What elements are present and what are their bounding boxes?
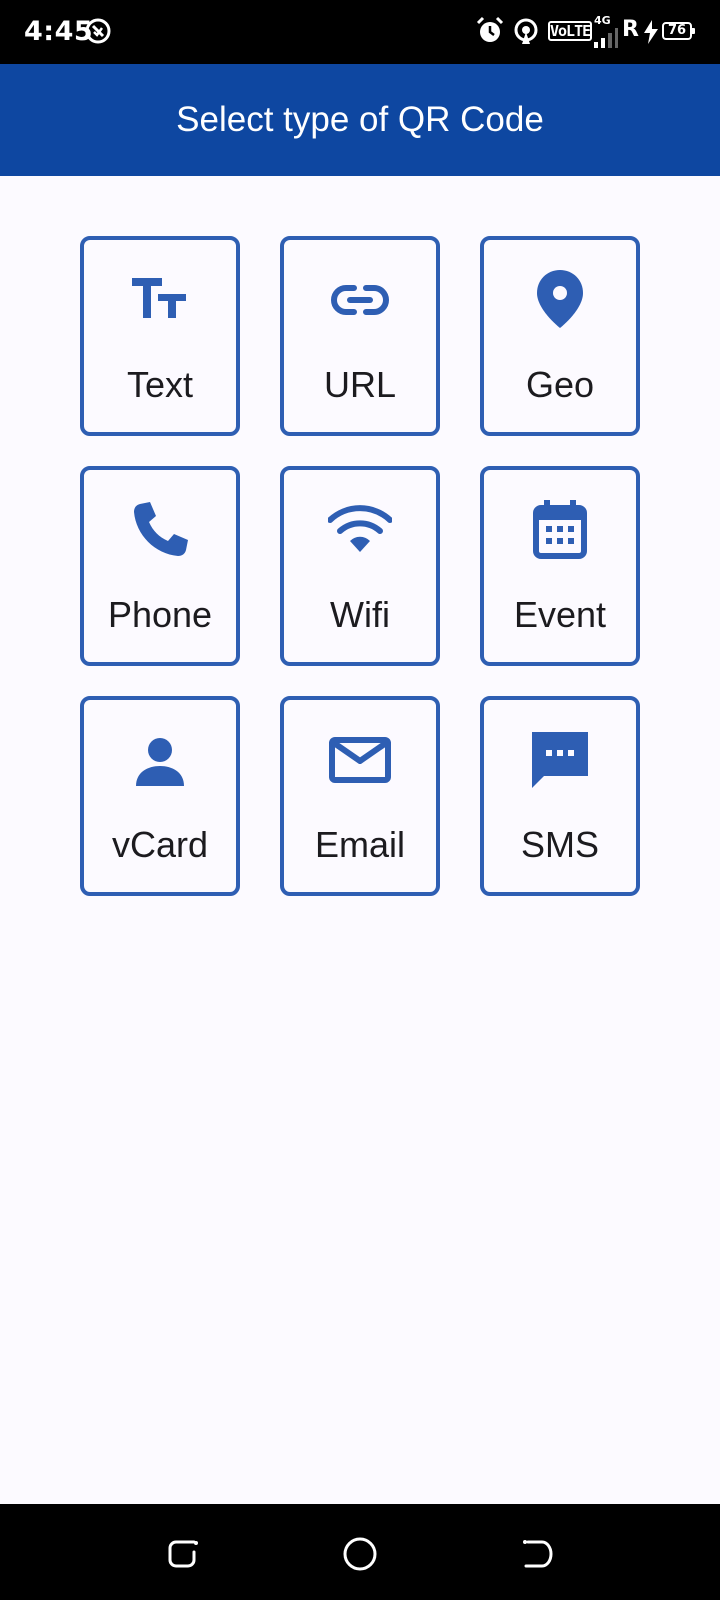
tile-label: SMS bbox=[520, 824, 599, 865]
app-bar: Select type of QR Code bbox=[0, 64, 720, 176]
tile-email[interactable]: Email bbox=[280, 696, 440, 896]
link-icon bbox=[328, 268, 392, 332]
hotspot-icon bbox=[512, 16, 540, 51]
network-type: 4G bbox=[594, 14, 611, 27]
sms-icon bbox=[528, 728, 592, 792]
status-time: 4:45 bbox=[24, 16, 94, 47]
text-fields-icon bbox=[128, 268, 192, 332]
phone-icon bbox=[128, 498, 192, 562]
tile-url[interactable]: URL bbox=[280, 236, 440, 436]
tile-label: Event bbox=[513, 594, 607, 635]
back-icon[interactable] bbox=[516, 1534, 556, 1574]
tile-label: Phone bbox=[107, 594, 213, 635]
tile-label: Geo bbox=[525, 364, 595, 405]
page-title: Select type of QR Code bbox=[176, 100, 544, 139]
home-icon[interactable] bbox=[340, 1534, 380, 1574]
tile-vcard[interactable]: vCard bbox=[80, 696, 240, 896]
tile-label: URL bbox=[323, 364, 397, 405]
location-pin-icon bbox=[528, 268, 592, 332]
tile-label: vCard bbox=[111, 824, 209, 865]
roaming-icon: R bbox=[622, 17, 639, 42]
tile-phone[interactable]: Phone bbox=[80, 466, 240, 666]
tile-text[interactable]: Text bbox=[80, 236, 240, 436]
signal-icon bbox=[594, 28, 618, 53]
tile-sms[interactable]: SMS bbox=[480, 696, 640, 896]
person-icon bbox=[128, 728, 192, 792]
wifi-icon bbox=[328, 498, 392, 562]
tile-label: Text bbox=[126, 364, 194, 405]
recents-icon[interactable] bbox=[164, 1534, 204, 1574]
calendar-icon bbox=[528, 498, 592, 562]
tile-wifi[interactable]: Wifi bbox=[280, 466, 440, 666]
no-disturb-icon bbox=[84, 17, 112, 50]
charging-icon bbox=[642, 20, 660, 49]
battery-icon: 76 bbox=[662, 22, 695, 40]
mail-icon bbox=[328, 728, 392, 792]
system-nav-bar bbox=[0, 1504, 720, 1600]
tile-event[interactable]: Event bbox=[480, 466, 640, 666]
tile-label: Email bbox=[314, 824, 406, 865]
tile-geo[interactable]: Geo bbox=[480, 236, 640, 436]
alarm-icon bbox=[476, 16, 504, 51]
status-bar: 4:45 VoLTE 4G R 76 bbox=[0, 0, 720, 64]
tile-label: Wifi bbox=[330, 594, 390, 635]
volte-icon: VoLTE bbox=[548, 21, 592, 41]
